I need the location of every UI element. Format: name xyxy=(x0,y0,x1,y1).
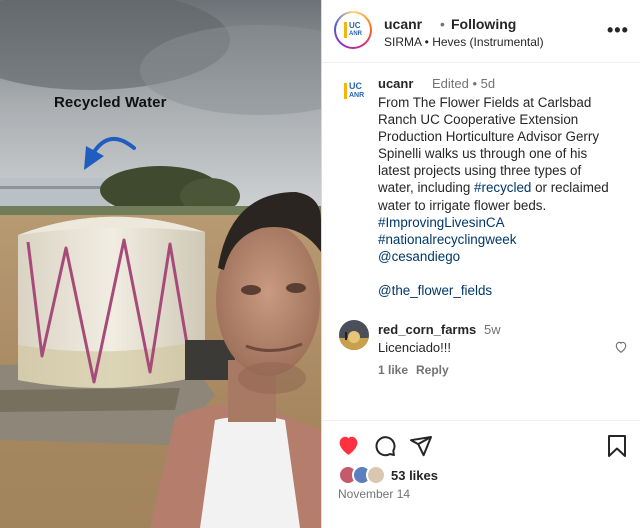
share-icon[interactable] xyxy=(409,434,433,461)
commenter-avatar[interactable] xyxy=(339,320,369,350)
hashtag-link[interactable]: #nationalrecyclingweek xyxy=(378,232,516,247)
caption-line: Ranch UC Cooperative Extension xyxy=(378,111,630,128)
mention-link[interactable]: @the_flower_fields xyxy=(378,283,492,298)
follow-status-button[interactable]: Following xyxy=(451,16,516,32)
caption-text-span: water to irrigate flower beds. xyxy=(378,197,547,213)
caption-text-span: From The Flower Fields at Carlsbad xyxy=(378,95,592,110)
comment-likes-count[interactable]: 1 like xyxy=(378,363,408,377)
caption-text-span: or reclaimed xyxy=(531,180,609,196)
audio-track-link[interactable]: SIRMA • Heves (Instrumental) xyxy=(384,35,544,49)
caption-text-span: water, including xyxy=(378,180,475,196)
comment-icon[interactable] xyxy=(373,434,397,461)
video-frame xyxy=(0,0,321,528)
comment-username[interactable]: red_corn_farms xyxy=(378,322,476,337)
post-side-panel: UC ANR ucanr • Following SIRMA • Heves (… xyxy=(321,0,640,528)
caption-line: @cesandiego xyxy=(378,248,630,265)
comment-like-heart-icon[interactable] xyxy=(614,340,628,357)
post-video[interactable]: Recycled Water xyxy=(0,0,321,528)
heart-filled-icon[interactable] xyxy=(336,433,361,461)
caption-line: water to irrigate flower beds. xyxy=(378,197,630,214)
author-avatar[interactable]: UC ANR xyxy=(334,11,372,49)
caption-line: Production Horticulture Advisor Gerry xyxy=(378,128,630,145)
caption-avatar[interactable]: UC ANR xyxy=(340,76,370,106)
caption-text: From The Flower Fields at Carlsbad Ranch … xyxy=(378,94,630,299)
caption-line: water, including #recycled or reclaimed xyxy=(378,179,630,196)
comment-time: 5w xyxy=(484,322,501,337)
hashtag-link[interactable]: #ImprovingLivesinCA xyxy=(378,215,505,230)
post-header: UC ANR ucanr • Following SIRMA • Heves (… xyxy=(322,0,640,63)
caption-line: From The Flower Fields at Carlsbad xyxy=(378,94,630,111)
comment-text: Licenciado!!! xyxy=(378,340,451,355)
caption-meta: Edited • 5d xyxy=(432,76,496,91)
hashtag-link[interactable]: #recycled xyxy=(474,180,531,195)
caption-text-span: latest projects using three types of xyxy=(378,163,582,179)
caption-line: Spinelli walks us through one of his xyxy=(378,145,630,162)
caption-line: latest projects using three types of xyxy=(378,162,630,179)
caption-text-span: Spinelli walks us through one of his xyxy=(378,146,588,162)
bookmark-icon[interactable] xyxy=(606,434,628,461)
video-overlay-text: Recycled Water xyxy=(54,94,167,111)
ucanr-logo-icon: UC ANR xyxy=(339,16,367,44)
more-options-icon[interactable]: ••• xyxy=(607,20,629,41)
caption-line: #ImprovingLivesinCA xyxy=(378,214,630,231)
caption-line: #nationalrecyclingweek xyxy=(378,231,630,248)
mention-link[interactable]: @cesandiego xyxy=(378,249,460,264)
caption-line xyxy=(378,265,630,282)
author-username[interactable]: ucanr xyxy=(384,16,422,32)
liker-avatars[interactable] xyxy=(338,465,386,485)
caption-text-span: Production Horticulture Advisor Gerry xyxy=(378,129,600,145)
caption-line: @the_flower_fields xyxy=(378,282,630,299)
caption-text-span: Ranch UC Cooperative Extension xyxy=(378,112,579,128)
caption-username[interactable]: ucanr xyxy=(378,76,413,91)
likes-count[interactable]: 53 likes xyxy=(391,468,438,483)
post-date[interactable]: November 14 xyxy=(338,487,410,501)
instagram-post: Recycled Water UC ANR ucanr • Following … xyxy=(0,0,640,528)
header-separator: • xyxy=(440,16,445,32)
comment-reply-button[interactable]: Reply xyxy=(416,363,449,377)
post-actions: 53 likes November 14 xyxy=(322,420,640,528)
